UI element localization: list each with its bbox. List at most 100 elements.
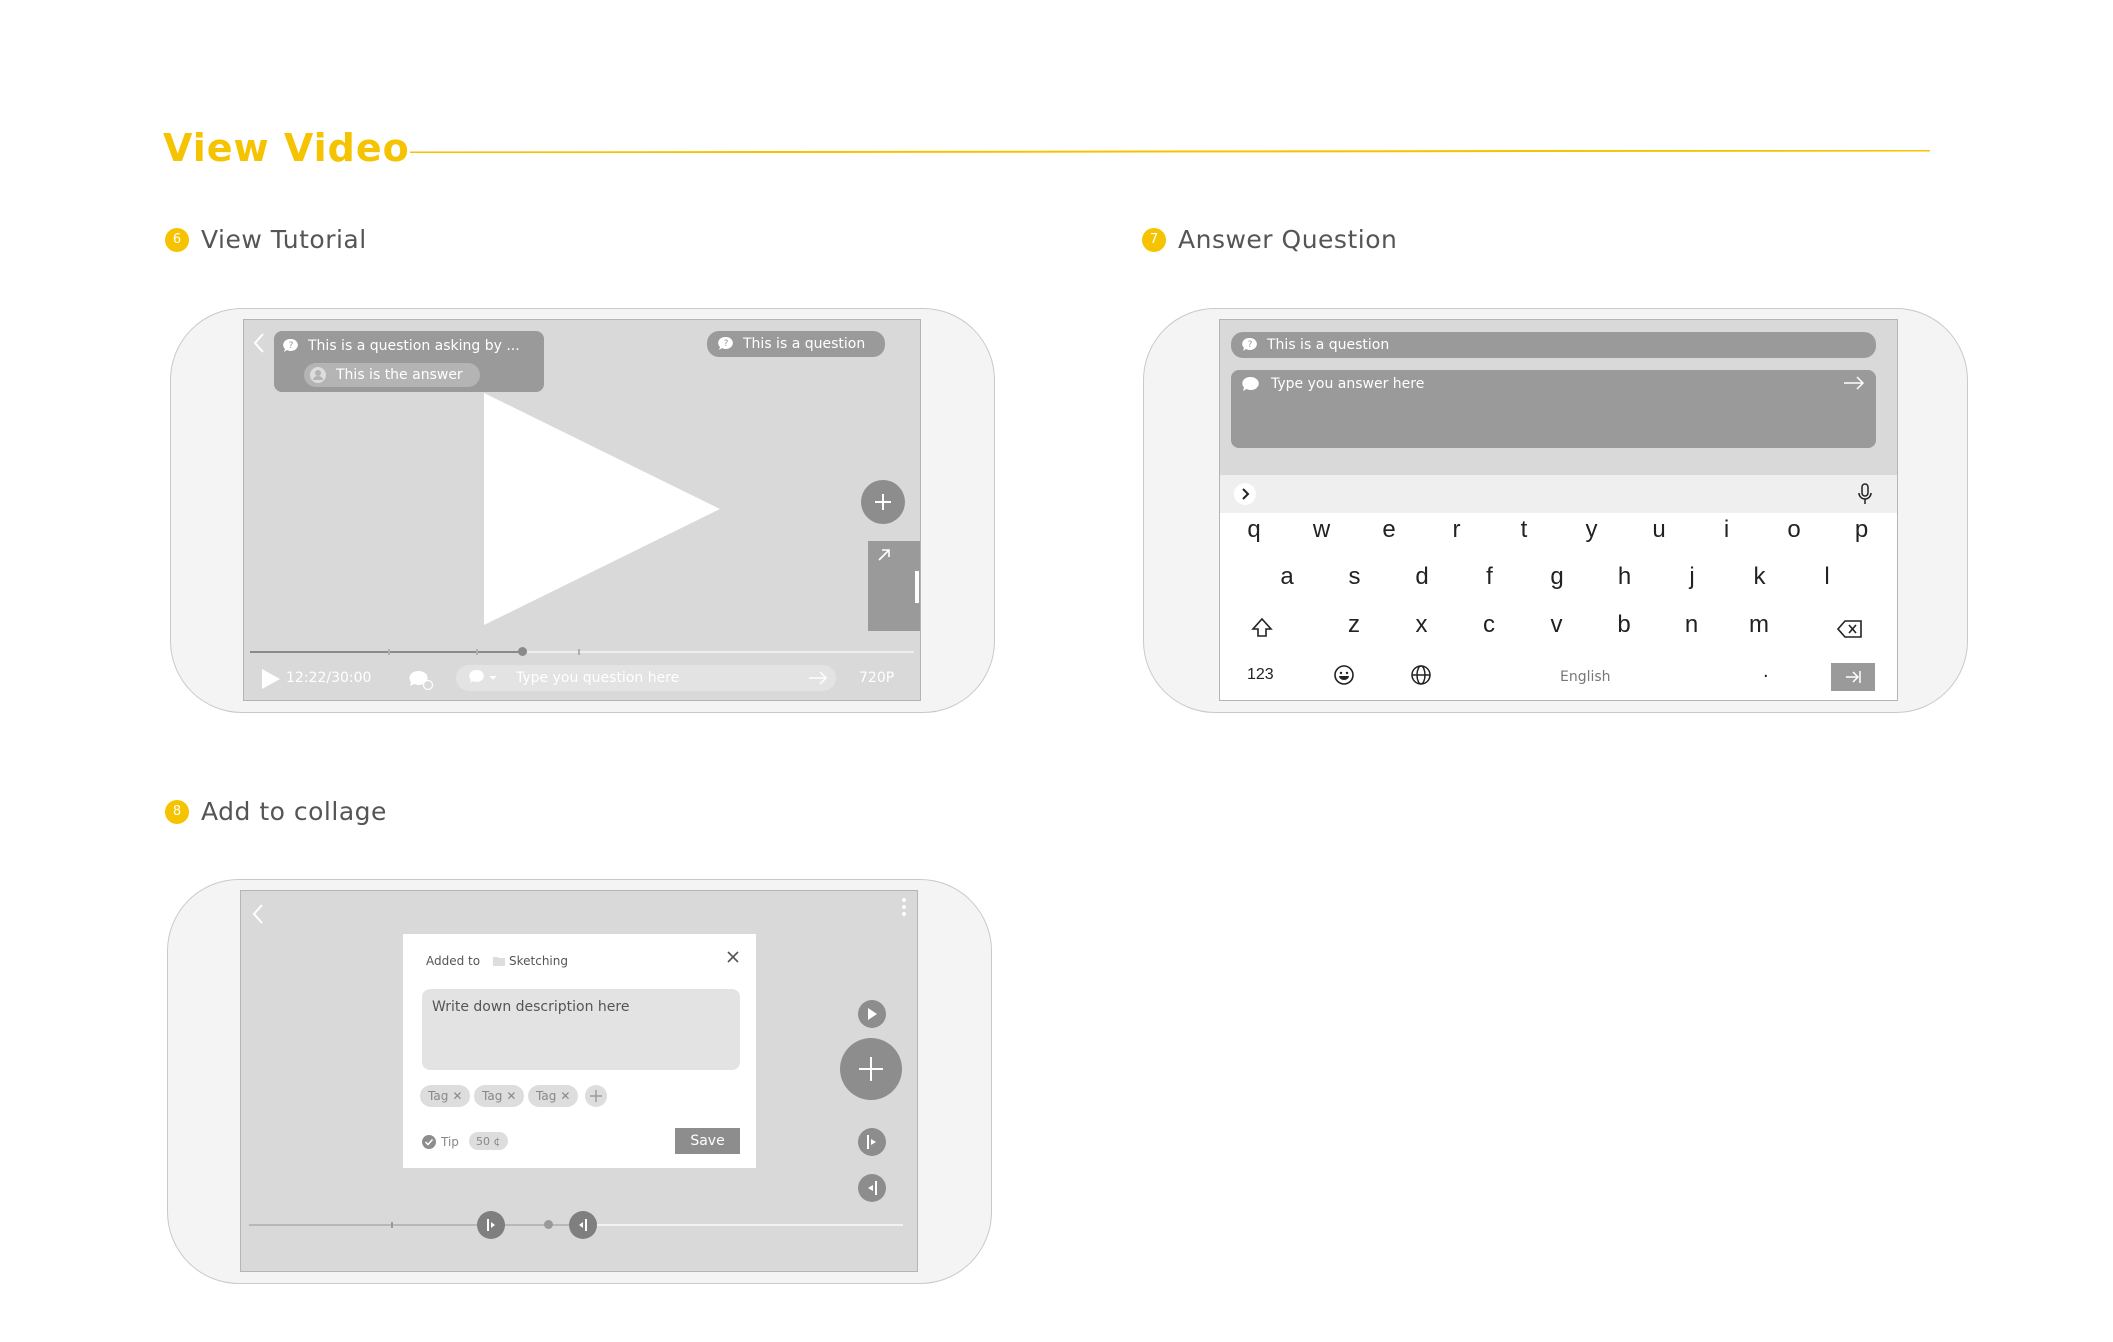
added-to-label: Added to xyxy=(426,954,481,968)
key-c[interactable]: c xyxy=(1469,611,1509,639)
more-options-icon[interactable] xyxy=(901,897,907,917)
key-v[interactable]: v xyxy=(1537,611,1577,639)
progress-fill xyxy=(250,651,523,653)
remove-tag-icon[interactable]: ✕ xyxy=(506,1089,516,1103)
key-m[interactable]: m xyxy=(1739,611,1779,639)
tag-chip[interactable]: Tag ✕ xyxy=(420,1085,471,1107)
clip-timeline[interactable] xyxy=(249,1211,903,1239)
key-j[interactable]: j xyxy=(1672,563,1712,591)
remove-tag-icon[interactable]: ✕ xyxy=(560,1089,570,1103)
add-button[interactable] xyxy=(861,480,905,524)
key-i[interactable]: i xyxy=(1707,516,1747,544)
key-k[interactable]: k xyxy=(1740,563,1780,591)
emoji-icon[interactable] xyxy=(1333,664,1355,686)
space-bar[interactable]: English xyxy=(1560,669,1611,685)
key-t[interactable]: t xyxy=(1504,516,1544,544)
tag-label: Tag xyxy=(428,1089,449,1103)
speech-bubble-icon: ? xyxy=(283,338,298,352)
section-label: Add to collage xyxy=(201,797,387,826)
key-u[interactable]: u xyxy=(1639,516,1679,544)
progress-marker xyxy=(476,649,478,655)
set-start-button[interactable] xyxy=(858,1128,886,1156)
answer-pill[interactable]: This is the answer xyxy=(304,363,480,387)
key-a[interactable]: a xyxy=(1267,563,1307,591)
remove-tag-icon[interactable]: ✕ xyxy=(452,1089,462,1103)
set-end-button[interactable] xyxy=(858,1174,886,1202)
tag-chip[interactable]: Tag ✕ xyxy=(474,1085,525,1107)
key-r[interactable]: r xyxy=(1437,516,1477,544)
page-title: View Video xyxy=(163,126,410,170)
clip-start-handle[interactable] xyxy=(477,1211,505,1239)
quality-selector[interactable]: 720P xyxy=(859,670,894,686)
key-z[interactable]: z xyxy=(1334,611,1374,639)
key-h[interactable]: h xyxy=(1605,563,1645,591)
key-g[interactable]: g xyxy=(1537,563,1577,591)
key-s[interactable]: s xyxy=(1335,563,1375,591)
tag-chip[interactable]: Tag ✕ xyxy=(528,1085,579,1107)
folder-name[interactable]: Sketching xyxy=(509,954,568,968)
key-l[interactable]: l xyxy=(1807,563,1847,591)
clip-start-icon xyxy=(487,1219,495,1231)
section-label: Answer Question xyxy=(1178,225,1398,254)
clip-end-icon xyxy=(579,1219,587,1231)
speech-bubble-icon xyxy=(1242,376,1259,391)
progress-knob[interactable] xyxy=(518,647,528,656)
key-o[interactable]: o xyxy=(1774,516,1814,544)
section-number: 7 xyxy=(1142,227,1166,252)
comments-toggle-icon[interactable] xyxy=(408,669,434,691)
save-button[interactable]: Save xyxy=(675,1128,740,1154)
microphone-icon[interactable] xyxy=(1857,483,1873,505)
enter-key[interactable] xyxy=(1831,663,1875,691)
tip-amount[interactable]: 50 ¢ xyxy=(469,1132,508,1150)
play-small-icon[interactable] xyxy=(262,669,280,689)
section-number: 8 xyxy=(165,799,189,824)
question-pill-text: This is a question xyxy=(743,336,866,352)
section-heading-answer-question: 7 Answer Question xyxy=(1142,225,1397,254)
key-p[interactable]: p xyxy=(1842,516,1882,544)
progress-track[interactable] xyxy=(250,647,914,656)
key-q[interactable]: q xyxy=(1234,516,1274,544)
clip-end-icon xyxy=(868,1181,877,1195)
add-button[interactable] xyxy=(840,1038,902,1100)
expand-side-panel[interactable] xyxy=(868,541,920,631)
question-pill: ? This is a question xyxy=(1231,332,1876,358)
description-input[interactable]: Write down description here xyxy=(422,989,740,1070)
close-icon[interactable] xyxy=(726,950,740,964)
numbers-key[interactable]: 123 xyxy=(1247,666,1274,684)
user-avatar-icon xyxy=(310,367,326,383)
key-e[interactable]: e xyxy=(1369,516,1409,544)
period-key[interactable]: . xyxy=(1763,660,1769,683)
video-screen[interactable]: ? This is a question asking by ... This … xyxy=(243,319,921,701)
time-display: 12:22/30:00 xyxy=(286,670,372,686)
add-tag-button[interactable] xyxy=(585,1085,607,1107)
drag-handle[interactable] xyxy=(915,571,919,603)
folder-icon xyxy=(493,957,505,966)
key-w[interactable]: w xyxy=(1302,516,1342,544)
back-chevron-icon[interactable] xyxy=(252,332,266,354)
shift-icon[interactable] xyxy=(1251,617,1273,639)
answer-input[interactable]: Type you answer here xyxy=(1231,370,1876,448)
send-arrow-icon[interactable] xyxy=(808,671,828,685)
send-arrow-icon[interactable] xyxy=(1843,376,1865,390)
key-x[interactable]: x xyxy=(1402,611,1442,639)
playhead[interactable] xyxy=(544,1220,553,1229)
question-card[interactable]: ? This is a question asking by ... This … xyxy=(274,331,544,392)
back-chevron-icon[interactable] xyxy=(251,903,265,925)
key-b[interactable]: b xyxy=(1604,611,1644,639)
question-text: This is a question asking by ... xyxy=(308,338,520,354)
globe-icon[interactable] xyxy=(1410,664,1432,686)
question-input[interactable]: Type you question here xyxy=(456,665,836,691)
key-y[interactable]: y xyxy=(1572,516,1612,544)
key-f[interactable]: f xyxy=(1470,563,1510,591)
tip-check-icon[interactable] xyxy=(422,1135,436,1149)
clip-end-handle[interactable] xyxy=(569,1211,597,1239)
key-n[interactable]: n xyxy=(1672,611,1712,639)
play-icon[interactable] xyxy=(484,393,720,625)
add-to-collage-dialog: Added to Sketching Write down descriptio… xyxy=(403,934,756,1168)
backspace-icon[interactable] xyxy=(1837,620,1863,638)
key-d[interactable]: d xyxy=(1402,563,1442,591)
question-type-dropdown-icon[interactable] xyxy=(468,669,498,687)
keyboard-expand-button[interactable] xyxy=(1234,483,1256,505)
question-pill[interactable]: ? This is a question xyxy=(707,331,885,357)
play-button[interactable] xyxy=(858,1000,886,1028)
